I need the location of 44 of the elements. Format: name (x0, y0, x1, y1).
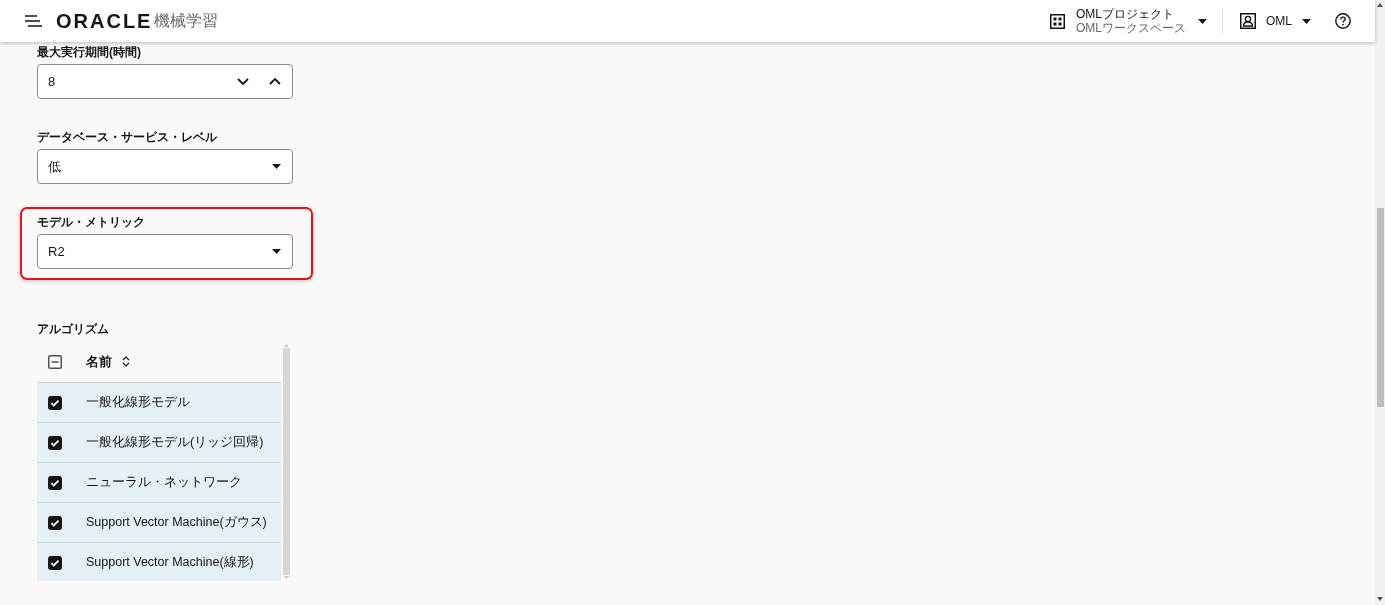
field-label: 最大実行期間(時間) (37, 44, 141, 60)
row-checkbox[interactable] (48, 515, 62, 530)
brand-logo: ORACLE (56, 11, 153, 31)
scrollbar-thumb[interactable] (283, 348, 290, 575)
row-checkbox[interactable] (48, 395, 62, 410)
number-field[interactable]: 8 (37, 64, 293, 99)
page-scrollbar[interactable] (1375, 0, 1385, 605)
sort-icon (122, 356, 130, 367)
caret-down-icon (272, 249, 281, 254)
table-row[interactable]: Support Vector Machine(線形) (37, 543, 281, 581)
row-checkbox[interactable] (48, 555, 62, 570)
section-title: アルゴリズム (37, 321, 109, 337)
select-field[interactable]: 低 (37, 149, 293, 184)
caret-down-icon (1302, 18, 1311, 24)
caret-down-icon (1198, 18, 1207, 24)
column-header[interactable]: 名前 (86, 352, 130, 371)
chevron-down-icon[interactable] (237, 78, 249, 85)
user-icon (1240, 13, 1256, 29)
scrollbar-thumb[interactable] (1376, 208, 1384, 407)
project-selector[interactable]: OMLプロジェクト OMLワークスペース (1050, 7, 1207, 35)
table-row[interactable]: ニューラル・ネットワーク (37, 463, 281, 503)
field-label: データベース・サービス・レベル (37, 129, 217, 145)
chevron-up-icon[interactable] (269, 78, 281, 85)
algorithm-name: Support Vector Machine(線形) (86, 554, 254, 571)
table-row[interactable]: 一般化線形モデル(リッジ回帰) (37, 423, 281, 463)
help-icon[interactable] (1335, 13, 1351, 29)
product-name: 機械学習 (154, 11, 219, 31)
row-checkbox[interactable] (48, 475, 62, 490)
algorithm-name: ニューラル・ネットワーク (86, 474, 242, 491)
scroll-down-icon[interactable] (1377, 597, 1383, 601)
scroll-up-icon[interactable] (1377, 3, 1383, 7)
field-label: モデル・メトリック (37, 214, 145, 230)
algorithm-name: Support Vector Machine(ガウス) (86, 514, 267, 531)
grid-icon (1050, 13, 1065, 29)
table-row[interactable]: 一般化線形モデル (37, 383, 281, 423)
algorithm-name: 一般化線形モデル (86, 394, 190, 411)
caret-down-icon (272, 164, 281, 169)
row-checkbox[interactable] (48, 435, 62, 450)
select-field[interactable]: R2 (37, 234, 293, 269)
menu-icon[interactable] (25, 15, 42, 27)
select-all-checkbox[interactable] (48, 354, 62, 369)
user-menu-button[interactable]: OML (1240, 13, 1311, 29)
table-row[interactable]: Support Vector Machine(ガウス) (37, 503, 281, 543)
algorithm-name: 一般化線形モデル(リッジ回帰) (86, 434, 264, 451)
